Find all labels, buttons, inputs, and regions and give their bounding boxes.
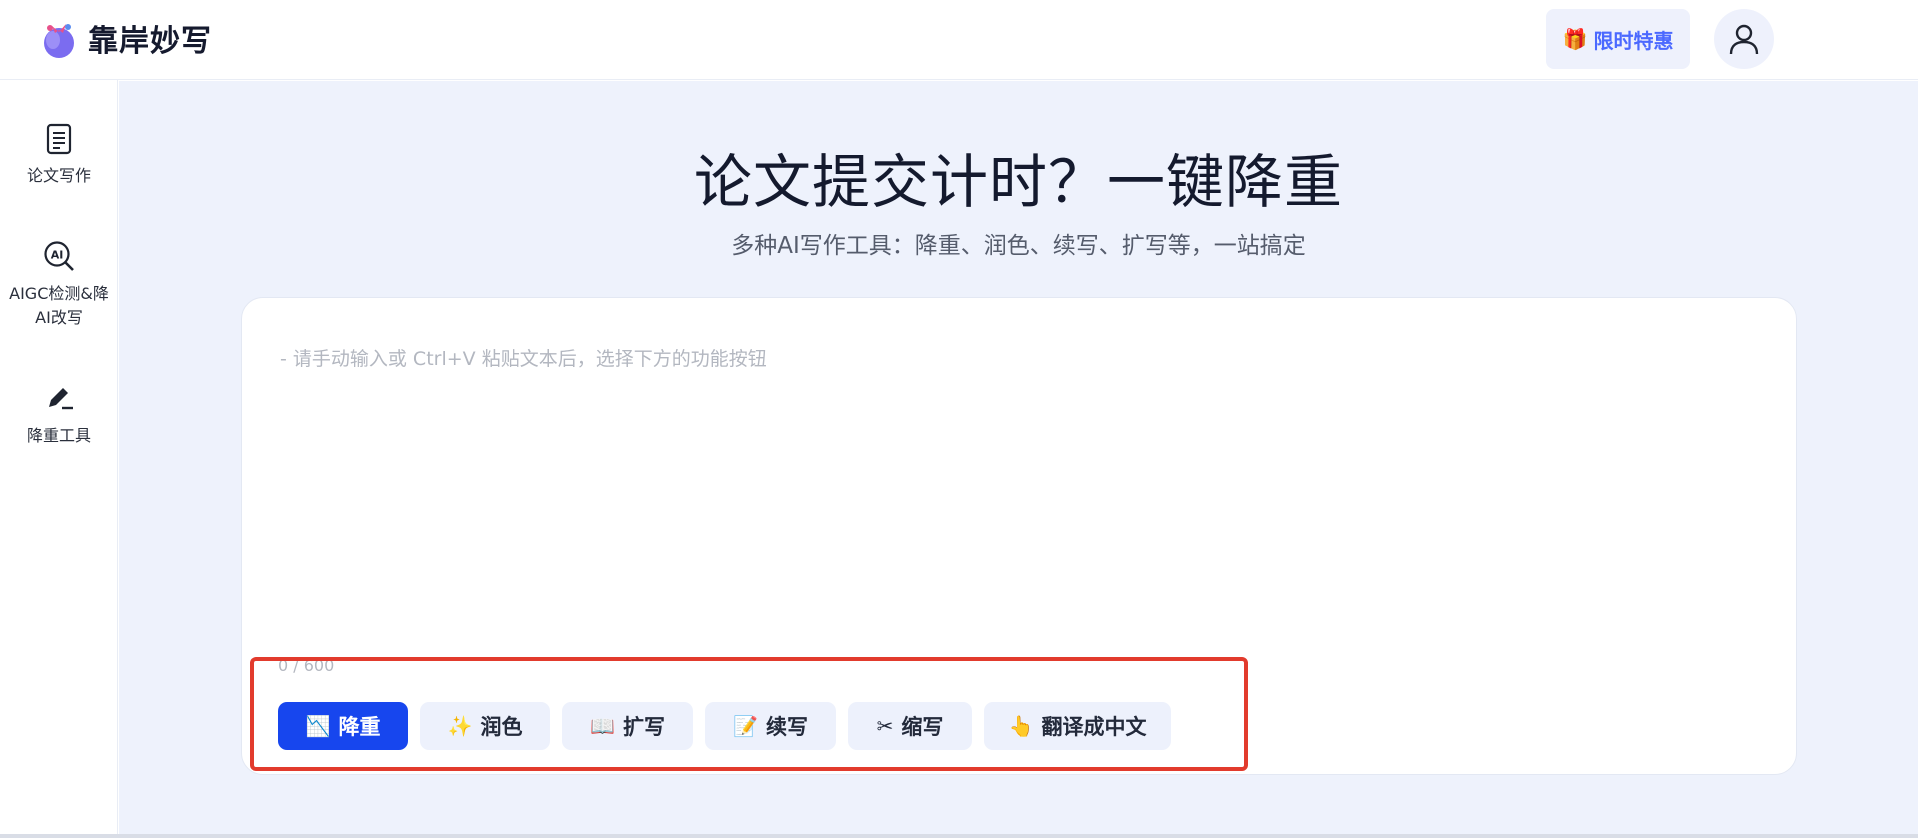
logo-icon [44,24,74,58]
annotation-highlight-box [250,657,1248,771]
ai-search-icon: AI [44,241,74,271]
sidebar: 论文写作 AI AIGC检测&降AI改写 降重工具 [0,80,118,838]
svg-text:AI: AI [51,249,64,262]
sidebar-item-label: 降重工具 [26,426,91,445]
promo-button[interactable]: 🎁 限时特惠 [1546,9,1690,69]
app-logo[interactable]: 靠岸妙写 [40,16,212,60]
page-subtitle: 多种AI写作工具：降重、润色、续写、扩写等，一站搞定 [731,233,1306,259]
app-name: 靠岸妙写 [88,24,212,59]
page-title: 论文提交计时？一键降重 [693,148,1343,216]
user-avatar-button[interactable] [1714,9,1774,69]
gift-icon: 🎁 [1562,27,1588,51]
sidebar-item-dedup-tools[interactable]: 降重工具 [0,382,118,448]
bottom-scrollbar[interactable] [0,834,1918,838]
text-input[interactable] [278,342,1762,626]
sidebar-item-aigc-detection[interactable]: AI AIGC检测&降AI改写 [0,240,118,330]
top-header: 靠岸妙写 🎁 限时特惠 [0,0,1918,80]
user-icon [1729,24,1759,55]
promo-label: 限时特惠 [1593,28,1674,53]
pen-icon [49,388,73,410]
sidebar-item-label: AIGC检测&降AI改写 [9,284,109,327]
sidebar-item-thesis-writing[interactable]: 论文写作 [0,122,118,188]
document-icon [46,123,72,155]
sidebar-item-label: 论文写作 [26,166,91,185]
